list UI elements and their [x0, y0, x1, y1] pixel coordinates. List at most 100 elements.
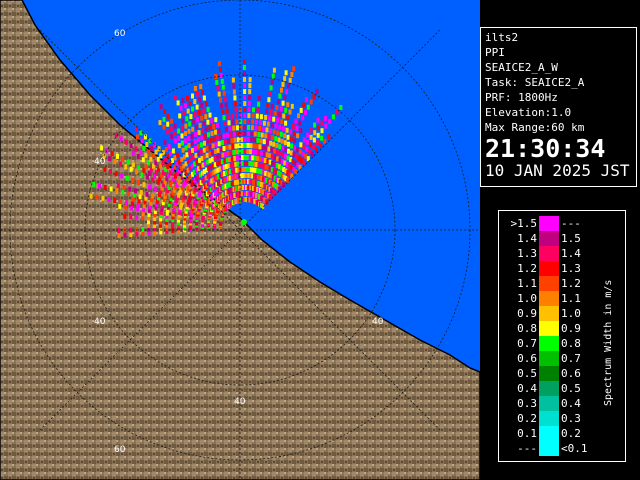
echo-cell	[283, 76, 287, 82]
echo-cell	[246, 131, 250, 136]
echo-cell	[136, 134, 139, 140]
echo-cell	[320, 120, 324, 126]
echo-cell	[232, 149, 236, 155]
echo-cell	[225, 108, 229, 114]
echo-cell	[324, 123, 328, 129]
echo-cell	[214, 129, 217, 135]
echo-cell	[257, 132, 261, 137]
echo-cell	[193, 85, 197, 91]
echo-cell	[284, 147, 288, 153]
echo-cell	[235, 125, 239, 131]
echo-cell	[206, 119, 210, 125]
echo-cell	[178, 113, 182, 119]
echo-cell	[246, 143, 250, 148]
echo-cell	[283, 140, 287, 146]
range-label-40-left: 40	[94, 157, 106, 167]
echo-cell	[149, 156, 153, 162]
echo-cell	[298, 149, 302, 155]
echo-cell	[194, 152, 198, 158]
echo-cell	[328, 118, 332, 124]
legend-swatch	[539, 276, 559, 291]
echo-cell	[243, 101, 247, 106]
echo-cell	[141, 227, 145, 232]
echo-cell	[313, 122, 317, 128]
echo-cell	[197, 137, 200, 143]
echo-cell	[200, 102, 204, 108]
echo-cell	[284, 70, 288, 76]
task-name: Task: SEAICE2_A	[485, 76, 585, 89]
echo-cell	[200, 156, 204, 161]
echo-cell	[304, 153, 308, 159]
echo-cell	[154, 149, 158, 155]
range-label-40-right: 40	[372, 317, 384, 327]
echo-cell	[268, 153, 272, 159]
echo-cell	[276, 99, 280, 105]
echo-cell	[207, 132, 210, 138]
echo-cell	[219, 72, 223, 78]
echo-cell	[272, 116, 276, 122]
echo-cell	[201, 89, 204, 95]
echo-cell	[282, 113, 286, 119]
echo-cell	[184, 103, 187, 109]
echo-cell	[236, 131, 240, 137]
echo-cell	[264, 145, 268, 151]
legend-low-value: 1.3	[517, 247, 537, 260]
echo-cell	[197, 110, 201, 116]
echo-cell	[204, 114, 208, 120]
echo-cell	[292, 131, 296, 137]
echo-cell	[312, 144, 316, 150]
echo-cell	[134, 146, 138, 152]
echo-cell	[137, 165, 141, 171]
echo-cell	[285, 89, 289, 95]
legend-low-value: 0.1	[517, 427, 537, 440]
echo-cell	[265, 109, 269, 114]
echo-cell	[309, 127, 313, 133]
legend-swatch	[539, 336, 559, 351]
echo-cell	[284, 153, 287, 159]
echo-cell	[261, 145, 265, 150]
echo-cell	[306, 132, 310, 138]
echo-cell	[186, 108, 190, 114]
echo-cell	[316, 125, 320, 131]
legend-row: 1.4 1.5	[499, 231, 627, 246]
echo-cell	[109, 186, 113, 192]
echo-cell	[233, 101, 237, 107]
echo-cell	[305, 146, 309, 152]
echo-cell	[280, 87, 283, 93]
echo-cell	[148, 184, 152, 190]
echo-cell	[206, 106, 210, 112]
echo-cell	[110, 151, 114, 157]
echo-cell	[89, 193, 93, 199]
range-label-60-bottom: 60	[114, 445, 126, 455]
echo-cell	[243, 155, 247, 160]
echo-cell	[205, 146, 209, 152]
echo-cell	[233, 95, 237, 101]
echo-cell	[277, 186, 281, 192]
echo-cell	[262, 120, 266, 126]
echo-cell	[231, 119, 235, 125]
echo-cell	[294, 169, 298, 175]
echo-cell	[250, 125, 254, 131]
echo-cell	[243, 137, 247, 142]
echo-cell	[125, 200, 128, 206]
radar-ppi-map[interactable]: 60 40 40 40 40 60	[0, 0, 480, 480]
echo-cell	[179, 105, 183, 111]
echo-cell	[131, 177, 135, 183]
echo-cell	[219, 134, 223, 140]
echo-cell	[131, 150, 135, 156]
echo-cell	[243, 95, 247, 100]
echo-cell	[181, 97, 185, 103]
echo-cell	[251, 113, 255, 119]
echo-cell	[289, 150, 293, 156]
echo-cell	[248, 83, 252, 89]
echo-cell	[184, 138, 187, 144]
echo-cell	[118, 161, 122, 167]
legend-swatch	[539, 306, 559, 321]
echo-cell	[130, 205, 134, 211]
echo-cell	[308, 149, 312, 155]
echo-cell	[258, 144, 262, 150]
echo-cell	[166, 121, 170, 127]
echo-cell	[235, 119, 239, 125]
echo-cell	[162, 124, 166, 130]
echo-cell	[309, 142, 313, 148]
